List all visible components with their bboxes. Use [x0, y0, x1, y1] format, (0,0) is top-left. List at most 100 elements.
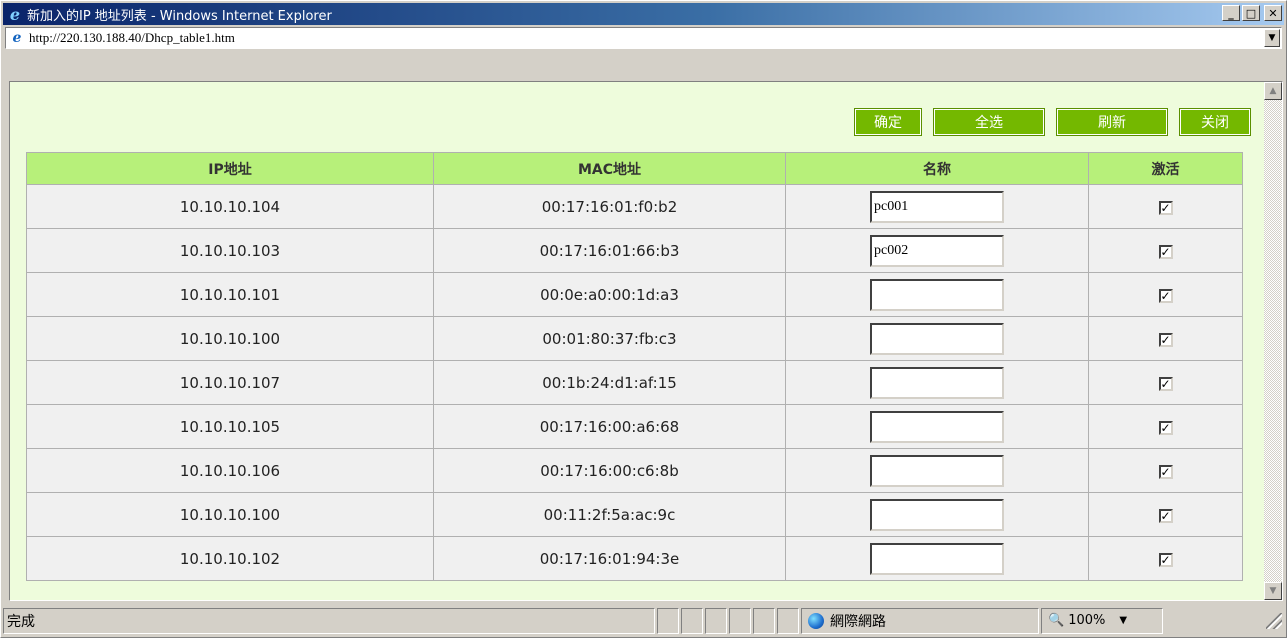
cell-mac: 00:17:16:01:94:3e [433, 536, 786, 581]
cell-ip: 10.10.10.103 [26, 228, 434, 273]
header-mac: MAC地址 [433, 152, 786, 185]
confirm-button[interactable]: 确定 [854, 108, 922, 136]
address-bar[interactable]: e http://220.130.188.40/Dhcp_table1.htm … [5, 27, 1282, 49]
refresh-button[interactable]: 刷新 [1056, 108, 1168, 136]
cell-active: ✓ [1088, 492, 1243, 537]
cell-active: ✓ [1088, 184, 1243, 229]
status-pane [657, 607, 679, 634]
cell-name [785, 316, 1089, 361]
name-input[interactable] [870, 410, 1004, 443]
zoom-dropdown-icon[interactable]: ▼ [1119, 615, 1127, 626]
cell-name [785, 448, 1089, 493]
status-bar: 完成 網際網路 🔍 100% ▼ [3, 604, 1284, 637]
cell-ip: 10.10.10.100 [26, 316, 434, 361]
security-zone[interactable]: 網際網路 [801, 607, 1039, 634]
active-checkbox[interactable]: ✓ [1158, 200, 1173, 215]
cell-name [785, 360, 1089, 405]
address-dropdown-icon[interactable]: ▼ [1264, 29, 1280, 47]
maximize-button[interactable]: □ [1242, 5, 1260, 21]
cell-ip: 10.10.10.102 [26, 536, 434, 581]
cell-mac: 00:01:80:37:fb:c3 [433, 316, 786, 361]
cell-active: ✓ [1088, 448, 1243, 493]
cell-ip: 10.10.10.100 [26, 492, 434, 537]
cell-ip: 10.10.10.101 [26, 272, 434, 317]
cell-active: ✓ [1088, 536, 1243, 581]
table-row: 10.10.10.10400:17:16:01:f0:b2 ✓ [26, 184, 1243, 229]
cell-ip: 10.10.10.104 [26, 184, 434, 229]
address-url[interactable]: http://220.130.188.40/Dhcp_table1.htm [29, 30, 1264, 46]
cell-name [785, 184, 1089, 229]
cell-mac: 00:0e:a0:00:1d:a3 [433, 272, 786, 317]
name-input[interactable] [870, 234, 1004, 267]
active-checkbox[interactable]: ✓ [1158, 552, 1173, 567]
cell-mac: 00:17:16:01:f0:b2 [433, 184, 786, 229]
header-name: 名称 [785, 152, 1089, 185]
header-active: 激活 [1088, 152, 1243, 185]
table-row: 10.10.10.106 00:17:16:00:c6:8b ✓ [26, 448, 1243, 493]
active-checkbox[interactable]: ✓ [1158, 376, 1173, 391]
ip-table: IP地址 MAC地址 名称 激活 10.10.10.104 00:17:16:01… [26, 152, 1243, 581]
action-toolbar: 确定 全选 刷新 关闭 [854, 108, 1251, 136]
page-content: 确定 全选 刷新 关闭 IP地址 MAC地址 名称 激活 10.10.10.10… [10, 82, 1260, 600]
name-input[interactable] [870, 278, 1004, 311]
cell-active: ✓ [1088, 360, 1243, 405]
cell-ip: 10.10.10.106 [26, 448, 434, 493]
cell-mac: 00:17:16:01:66:b3 [433, 228, 786, 273]
cell-active: ✓ [1088, 316, 1243, 361]
cell-ip: 10.10.10.107 [26, 360, 434, 405]
table-row: 10.10.10.102 00:17:16:01:94:3e ✓ [26, 536, 1243, 581]
active-checkbox[interactable]: ✓ [1158, 508, 1173, 523]
cell-name [785, 272, 1089, 317]
table-row: 10.10.10.107 00:1b:24:d1:af:15 ✓ [26, 360, 1243, 405]
status-pane [681, 607, 703, 634]
ie-logo-icon: e [9, 4, 21, 24]
status-pane [753, 607, 775, 634]
cell-mac: 00:11:2f:5a:ac:9c [433, 492, 786, 537]
cell-active: ✓ [1088, 404, 1243, 449]
resize-grip-icon[interactable] [1266, 612, 1282, 629]
cell-active: ✓ [1088, 228, 1243, 273]
window-controls: _ □ ✕ [1222, 5, 1282, 21]
scroll-down-icon[interactable]: ▼ [1264, 582, 1282, 600]
name-input[interactable] [870, 366, 1004, 399]
vertical-scrollbar[interactable]: ▲ ▼ [1264, 82, 1282, 600]
active-checkbox[interactable]: ✓ [1158, 332, 1173, 347]
scroll-up-icon[interactable]: ▲ [1264, 82, 1282, 100]
zoom-level: 100% [1068, 613, 1106, 628]
cell-name [785, 228, 1089, 273]
ip-table-container: IP地址 MAC地址 名称 激活 10.10.10.104 00:17:16:01… [26, 152, 1243, 581]
zoom-control[interactable]: 🔍 100% ▼ [1041, 607, 1163, 634]
title-bar[interactable]: e 新加入的IP 地址列表 - Windows Internet Explore… [3, 3, 1284, 25]
window-title: 新加入的IP 地址列表 - Windows Internet Explorer [27, 8, 332, 24]
close-list-button[interactable]: 关闭 [1179, 108, 1251, 136]
table-row: 10.10.10.101 00:0e:a0:00:1d:a3 ✓ [26, 272, 1243, 317]
cell-active: ✓ [1088, 272, 1243, 317]
cell-mac: 00:1b:24:d1:af:15 [433, 360, 786, 405]
name-input[interactable] [870, 454, 1004, 487]
page-icon: e [12, 30, 22, 46]
table-row: 10.10.10.100 00:11:2f:5a:ac:9c ✓ [26, 492, 1243, 537]
cell-name [785, 492, 1089, 537]
zone-label: 網際網路 [830, 613, 886, 630]
status-text: 完成 [3, 607, 655, 634]
active-checkbox[interactable]: ✓ [1158, 288, 1173, 303]
page-viewport: 确定 全选 刷新 关闭 IP地址 MAC地址 名称 激活 10.10.10.10… [9, 81, 1283, 601]
minimize-button[interactable]: _ [1222, 5, 1240, 21]
browser-window: e 新加入的IP 地址列表 - Windows Internet Explore… [0, 0, 1287, 638]
name-input[interactable] [870, 190, 1004, 223]
cell-ip: 10.10.10.105 [26, 404, 434, 449]
zoom-icon: 🔍 [1048, 613, 1065, 628]
name-input[interactable] [870, 322, 1004, 355]
select-all-button[interactable]: 全选 [933, 108, 1045, 136]
status-pane [705, 607, 727, 634]
globe-icon [808, 612, 824, 629]
table-row: 10.10.10.105 00:17:16:00:a6:68 ✓ [26, 404, 1243, 449]
close-button[interactable]: ✕ [1264, 5, 1282, 21]
active-checkbox[interactable]: ✓ [1158, 464, 1173, 479]
table-header-row: IP地址 MAC地址 名称 激活 [26, 152, 1243, 185]
name-input[interactable] [870, 542, 1004, 575]
name-input[interactable] [870, 498, 1004, 531]
active-checkbox[interactable]: ✓ [1158, 244, 1173, 259]
active-checkbox[interactable]: ✓ [1158, 420, 1173, 435]
cell-name [785, 536, 1089, 581]
